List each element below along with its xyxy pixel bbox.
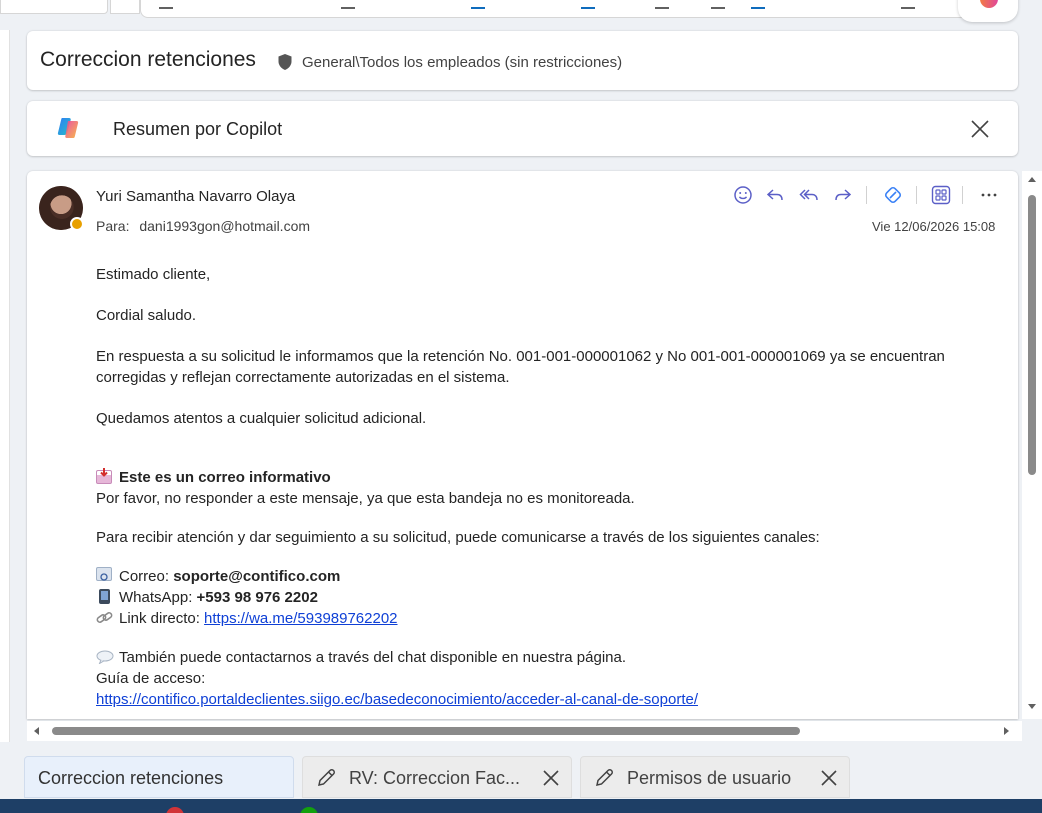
direct-link-channel: Link directo: https://wa.me/593989762202 [96,608,976,629]
pencil-icon [318,769,335,786]
email-channel: Correo: soporte@contifico.com [96,566,976,587]
toolbar-divider [866,186,867,204]
scroll-thumb[interactable] [1028,195,1036,475]
sender-name[interactable]: Yuri Samantha Navarro Olaya [96,188,295,205]
notice-text: Por favor, no responder a este mensaje, … [96,490,635,507]
left-rail [0,30,10,742]
forward-icon[interactable] [832,184,854,206]
toolbar-divider [916,186,917,204]
message-body: Estimado cliente, Cordial saludo. En res… [96,264,976,710]
toolbar-icon[interactable] [159,1,173,9]
ribbon-toolbar [140,0,976,18]
chat-channel: También puede contactarnos a través del … [96,647,976,668]
body-paragraph: Quedamos atentos a cualquier solicitud a… [96,410,427,427]
message-reading-pane: Yuri Samantha Navarro Olaya Para: dani19… [27,171,1018,719]
copilot-logo-icon [57,118,79,138]
recipient-line: Para: dani1993gon@hotmail.com [96,218,310,234]
support-email: soporte@contifico.com [173,568,341,585]
tab-permisos-de-usuario[interactable]: Permisos de usuario [580,756,850,798]
pencil-icon [596,769,613,786]
inbox-tray-icon [96,468,112,484]
notice-title: Este es un correo informativo [119,469,331,486]
sensitivity-label[interactable]: General\Todos los empleados (sin restric… [302,54,622,71]
close-icon[interactable] [819,768,839,788]
copilot-summary-label: Resumen por Copilot [113,119,283,139]
toolbar-icon[interactable] [471,1,485,9]
tab-rv-correccion-fac[interactable]: RV: Correccion Fac... [302,756,572,798]
to-label: Para: [96,218,130,234]
close-icon[interactable] [969,118,991,140]
scroll-thumb[interactable] [52,727,800,735]
copilot-summary-card[interactable]: Resumen por Copilot [27,101,1018,156]
body-paragraph: En respuesta a su solicitud le informamo… [96,348,945,386]
scroll-up-icon[interactable] [1028,177,1036,182]
whatsapp-link[interactable]: https://wa.me/593989762202 [204,610,397,627]
toolbar-icon[interactable] [711,1,725,9]
toolbar-icon[interactable] [581,1,595,9]
copilot-icon [980,0,998,8]
scroll-down-icon[interactable] [1028,704,1036,709]
emoji-icon[interactable] [732,184,754,206]
email-icon [96,567,112,581]
taskbar-app-icon[interactable] [300,807,318,813]
toolbar-icon[interactable] [655,1,669,9]
reply-all-icon[interactable] [798,184,820,206]
link-icon [96,610,114,624]
recipient-address[interactable]: dani1993gon@hotmail.com [139,218,310,234]
greeting: Estimado cliente, [96,266,211,283]
support-guide-link[interactable]: https://contifico.portaldeclientes.siigo… [96,691,698,708]
guide-label: Guía de acceso: [96,670,206,687]
horizontal-scrollbar[interactable] [27,721,1022,741]
salutation: Cordial saludo. [96,307,197,324]
search-box[interactable] [0,0,108,14]
toolbar-divider [962,186,963,204]
message-date: Vie 12/06/2026 15:08 [872,219,996,234]
shield-icon [278,54,292,70]
scroll-right-icon[interactable] [1004,727,1009,735]
toolbar-icon[interactable] [341,1,355,9]
speech-balloon-icon [96,649,114,665]
loop-icon[interactable] [882,184,904,206]
toolbar-button[interactable] [110,0,140,14]
email-subject: Correccion retenciones [40,48,256,71]
presence-away-icon [70,217,84,231]
toolbar-icon[interactable] [751,1,765,9]
toolbar-icon[interactable] [901,1,915,9]
whatsapp-number: +593 98 976 2202 [196,589,318,606]
whatsapp-channel: WhatsApp: +593 98 976 2202 [96,587,976,608]
more-icon[interactable] [978,184,1000,206]
mobile-phone-icon [99,589,110,604]
taskbar-app-icon[interactable] [166,807,184,813]
subject-card: Correccion retenciones General\Todos los… [27,31,1018,90]
scroll-left-icon[interactable] [34,727,39,735]
reply-icon[interactable] [764,184,786,206]
channels-intro: Para recibir atención y dar seguimiento … [96,529,820,546]
copilot-button[interactable] [958,0,1018,22]
notice-heading: Este es un correo informativo [96,467,976,488]
apps-icon[interactable] [930,184,952,206]
taskbar [0,799,1042,813]
tab-correccion-retenciones[interactable]: Correccion retenciones [24,756,294,798]
close-icon[interactable] [541,768,561,788]
vertical-scrollbar[interactable] [1022,171,1042,719]
